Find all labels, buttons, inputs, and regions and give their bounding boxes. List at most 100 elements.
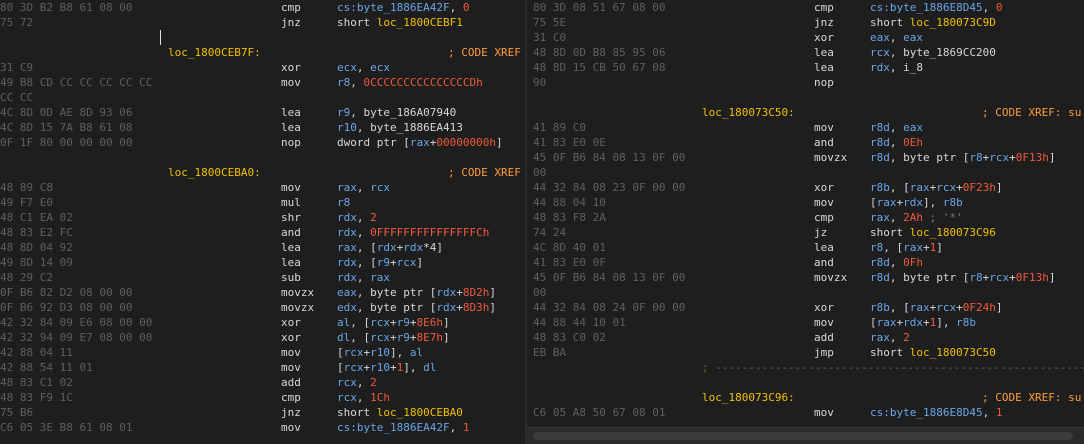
instruction-row[interactable]: 42 32 94 09 E7 08 00 00 xor dl, [rcx+r9+8E… xyxy=(0,330,525,345)
operands[interactable]: dl, [rcx+r9+8E7h] xyxy=(337,330,450,345)
instruction-row[interactable]: 41 83 E0 0F and r8d, 0Fh xyxy=(527,255,1084,270)
operands[interactable]: rdx, 2 xyxy=(337,210,377,225)
instruction-row[interactable]: 75 72 jnz short loc_1800CEBF1 xyxy=(0,15,525,30)
symbol-link[interactable]: loc_1800CEBA0 xyxy=(377,406,463,419)
instruction-row[interactable]: 49 F7 E0 mul r8 xyxy=(0,195,525,210)
operands[interactable]: r10, byte_1886EA413 xyxy=(337,120,463,135)
instruction-row[interactable]: 49 8D 14 09 lea rdx, [r9+rcx] xyxy=(0,255,525,270)
operands[interactable]: cs:byte_1886E8D45, 0 xyxy=(870,0,1002,15)
symbol-link[interactable]: loc_180073C50 xyxy=(910,346,996,359)
mnemonic[interactable]: jmp xyxy=(814,345,834,360)
instruction-row[interactable]: 31 C0 xor eax, eax xyxy=(527,30,1084,45)
instruction-row[interactable]: 4C 8D 0D AE 8D 93 06 lea r9, byte_186A0794… xyxy=(0,105,525,120)
instruction-row[interactable]: 75 B6 jnz short loc_1800CEBA0 xyxy=(0,405,525,420)
operands[interactable]: rax, rcx xyxy=(337,180,390,195)
operands[interactable]: short loc_180073C9D xyxy=(870,15,996,30)
mnemonic[interactable]: cmp xyxy=(814,210,834,225)
operands[interactable]: short loc_180073C96 xyxy=(870,225,996,240)
xref-comment[interactable]: ; CODE XREF: su xyxy=(982,390,1081,405)
instruction-row[interactable]: 48 83 F9 1C cmp rcx, 1Ch xyxy=(0,390,525,405)
operands[interactable]: [rax+rdx+1], r8b xyxy=(870,315,976,330)
mnemonic[interactable]: lea xyxy=(814,45,834,60)
operands[interactable]: rdx, [r9+rcx] xyxy=(337,255,423,270)
mnemonic[interactable]: xor xyxy=(814,300,834,315)
mnemonic[interactable]: nop xyxy=(814,75,834,90)
operands[interactable]: r8, 0CCCCCCCCCCCCCCCDh xyxy=(337,75,483,90)
code-label-row[interactable]: loc_1800CEB7F: ; CODE XREF xyxy=(0,45,525,60)
code-label-row[interactable]: loc_180073C50: ; CODE XREF: su xyxy=(527,105,1084,120)
instruction-row[interactable]: 48 29 C2 sub rdx, rax xyxy=(0,270,525,285)
mnemonic[interactable]: lea xyxy=(814,60,834,75)
separator-row[interactable]: ; --------------------------------------… xyxy=(527,360,1084,375)
operands[interactable]: ecx, ecx xyxy=(337,60,390,75)
mnemonic[interactable]: movzx xyxy=(281,300,314,315)
symbol-link[interactable]: loc_180073C96 xyxy=(910,226,996,239)
instruction-row[interactable]: 74 24 jz short loc_180073C96 xyxy=(527,225,1084,240)
mnemonic[interactable]: and xyxy=(814,255,834,270)
instruction-row[interactable]: CC CC xyxy=(0,90,525,105)
instruction-row[interactable]: 41 83 E0 0E and r8d, 0Eh xyxy=(527,135,1084,150)
instruction-row[interactable]: 4C 8D 15 7A B8 61 08 lea r10, byte_1886EA4… xyxy=(0,120,525,135)
operands[interactable]: rax, 2 xyxy=(870,330,910,345)
operands[interactable]: eax, byte ptr [rdx+8D2h] xyxy=(337,285,496,300)
mnemonic[interactable]: and xyxy=(281,225,301,240)
mnemonic[interactable]: mul xyxy=(281,195,301,210)
instruction-row[interactable]: 44 88 44 10 01 mov [rax+rdx+1], r8b xyxy=(527,315,1084,330)
mnemonic[interactable]: and xyxy=(814,135,834,150)
mnemonic[interactable]: cmp xyxy=(814,0,834,15)
instruction-row[interactable]: EB BA jmp short loc_180073C50 xyxy=(527,345,1084,360)
xref-comment[interactable]: ; CODE XREF xyxy=(448,165,521,180)
operands[interactable]: cs:byte_1886E8D45, 1 xyxy=(870,405,1002,420)
instruction-row[interactable]: 44 32 84 08 23 0F 00 00 xor r8b, [rax+rcx+… xyxy=(527,180,1084,195)
operands[interactable]: r8b, [rax+rcx+0F24h] xyxy=(870,300,1003,315)
operands[interactable]: rdx, rax xyxy=(337,270,390,285)
instruction-row[interactable]: 44 32 84 08 24 0F 00 00 xor r8b, [rax+rcx+… xyxy=(527,300,1084,315)
instruction-row[interactable]: 00 xyxy=(527,285,1084,300)
instruction-row[interactable]: 49 B8 CD CC CC CC CC CC mov r8, 0CCCCCCCCC… xyxy=(0,75,525,90)
instruction-row[interactable]: C6 05 3E B8 61 08 01 mov cs:byte_1886EA42F… xyxy=(0,420,525,435)
left-disassembly-pane[interactable]: 80 3D B2 B8 61 08 00 cmp cs:byte_1886EA42F… xyxy=(0,0,525,444)
mnemonic[interactable]: movzx xyxy=(281,285,314,300)
operands[interactable]: rax, [rdx+rdx*4] xyxy=(337,240,443,255)
mnemonic[interactable]: add xyxy=(281,375,301,390)
mnemonic[interactable]: mov xyxy=(281,75,301,90)
mnemonic[interactable]: mov xyxy=(814,315,834,330)
operands[interactable]: r8d, byte ptr [r8+rcx+0F13h] xyxy=(870,270,1055,285)
instruction-row[interactable]: 45 0F B6 84 08 13 0F 00 movzx r8d, byte pt… xyxy=(527,270,1084,285)
symbol-link[interactable]: loc_180073C9D xyxy=(910,16,996,29)
instruction-row[interactable]: 80 3D B2 B8 61 08 00 cmp cs:byte_1886EA42F… xyxy=(0,0,525,15)
operands[interactable]: cs:byte_1886EA42F, 0 xyxy=(337,0,469,15)
operands[interactable]: r8d, byte ptr [r8+rcx+0F13h] xyxy=(870,150,1055,165)
horizontal-scrollbar[interactable] xyxy=(527,427,1084,444)
mnemonic[interactable]: lea xyxy=(281,105,301,120)
instruction-row[interactable]: 48 8D 15 CB 50 67 08 lea rdx, i_8 xyxy=(527,60,1084,75)
code-label[interactable]: loc_180073C50: xyxy=(702,105,795,120)
instruction-row[interactable]: 48 83 E2 FC and rdx, 0FFFFFFFFFFFFFFFCh xyxy=(0,225,525,240)
mnemonic[interactable]: jz xyxy=(814,225,827,240)
operands[interactable]: edx, byte ptr [rdx+8D3h] xyxy=(337,300,496,315)
mnemonic[interactable]: mov xyxy=(814,120,834,135)
operands[interactable]: [rcx+r10], al xyxy=(337,345,423,360)
mnemonic[interactable]: shr xyxy=(281,210,301,225)
code-label-row[interactable]: loc_1800CEBA0: ; CODE XREF xyxy=(0,165,525,180)
operands[interactable]: r8 xyxy=(337,195,350,210)
instruction-row[interactable]: 31 C9 xor ecx, ecx xyxy=(0,60,525,75)
xref-comment[interactable]: ; CODE XREF: su xyxy=(982,105,1081,120)
operands[interactable]: rcx, byte_1869CC200 xyxy=(870,45,996,60)
instruction-row[interactable]: 48 89 C8 mov rax, rcx xyxy=(0,180,525,195)
mnemonic[interactable]: movzx xyxy=(814,270,847,285)
code-label[interactable]: loc_180073C96: xyxy=(702,390,795,405)
scrollbar-thumb[interactable] xyxy=(533,432,1073,440)
instruction-row[interactable]: 0F 1F 80 00 00 00 00 nop dword ptr [rax+00… xyxy=(0,135,525,150)
mnemonic[interactable]: lea xyxy=(281,255,301,270)
operands[interactable]: rdx, i_8 xyxy=(870,60,923,75)
operands[interactable]: r8b, [rax+rcx+0F23h] xyxy=(870,180,1003,195)
operands[interactable]: r9, byte_186A07940 xyxy=(337,105,456,120)
operands[interactable]: r8, [rax+1] xyxy=(870,240,943,255)
instruction-row[interactable]: 48 83 F8 2A cmp rax, 2Ah ; '*' xyxy=(527,210,1084,225)
instruction-row[interactable]: 4C 8D 40 01 lea r8, [rax+1] xyxy=(527,240,1084,255)
mnemonic[interactable]: nop xyxy=(281,135,301,150)
operands[interactable]: rdx, 0FFFFFFFFFFFFFFFCh xyxy=(337,225,489,240)
mnemonic[interactable]: lea xyxy=(281,240,301,255)
mnemonic[interactable]: xor xyxy=(814,180,834,195)
